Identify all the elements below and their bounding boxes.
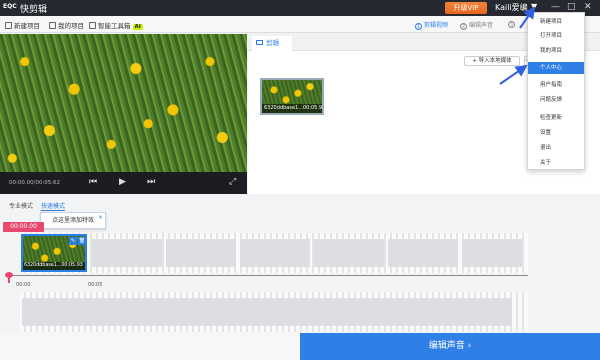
annotation-arrow-personal [499, 64, 528, 85]
annotation-arrows [499, 6, 536, 85]
annotation-arrow-menu [519, 6, 536, 29]
